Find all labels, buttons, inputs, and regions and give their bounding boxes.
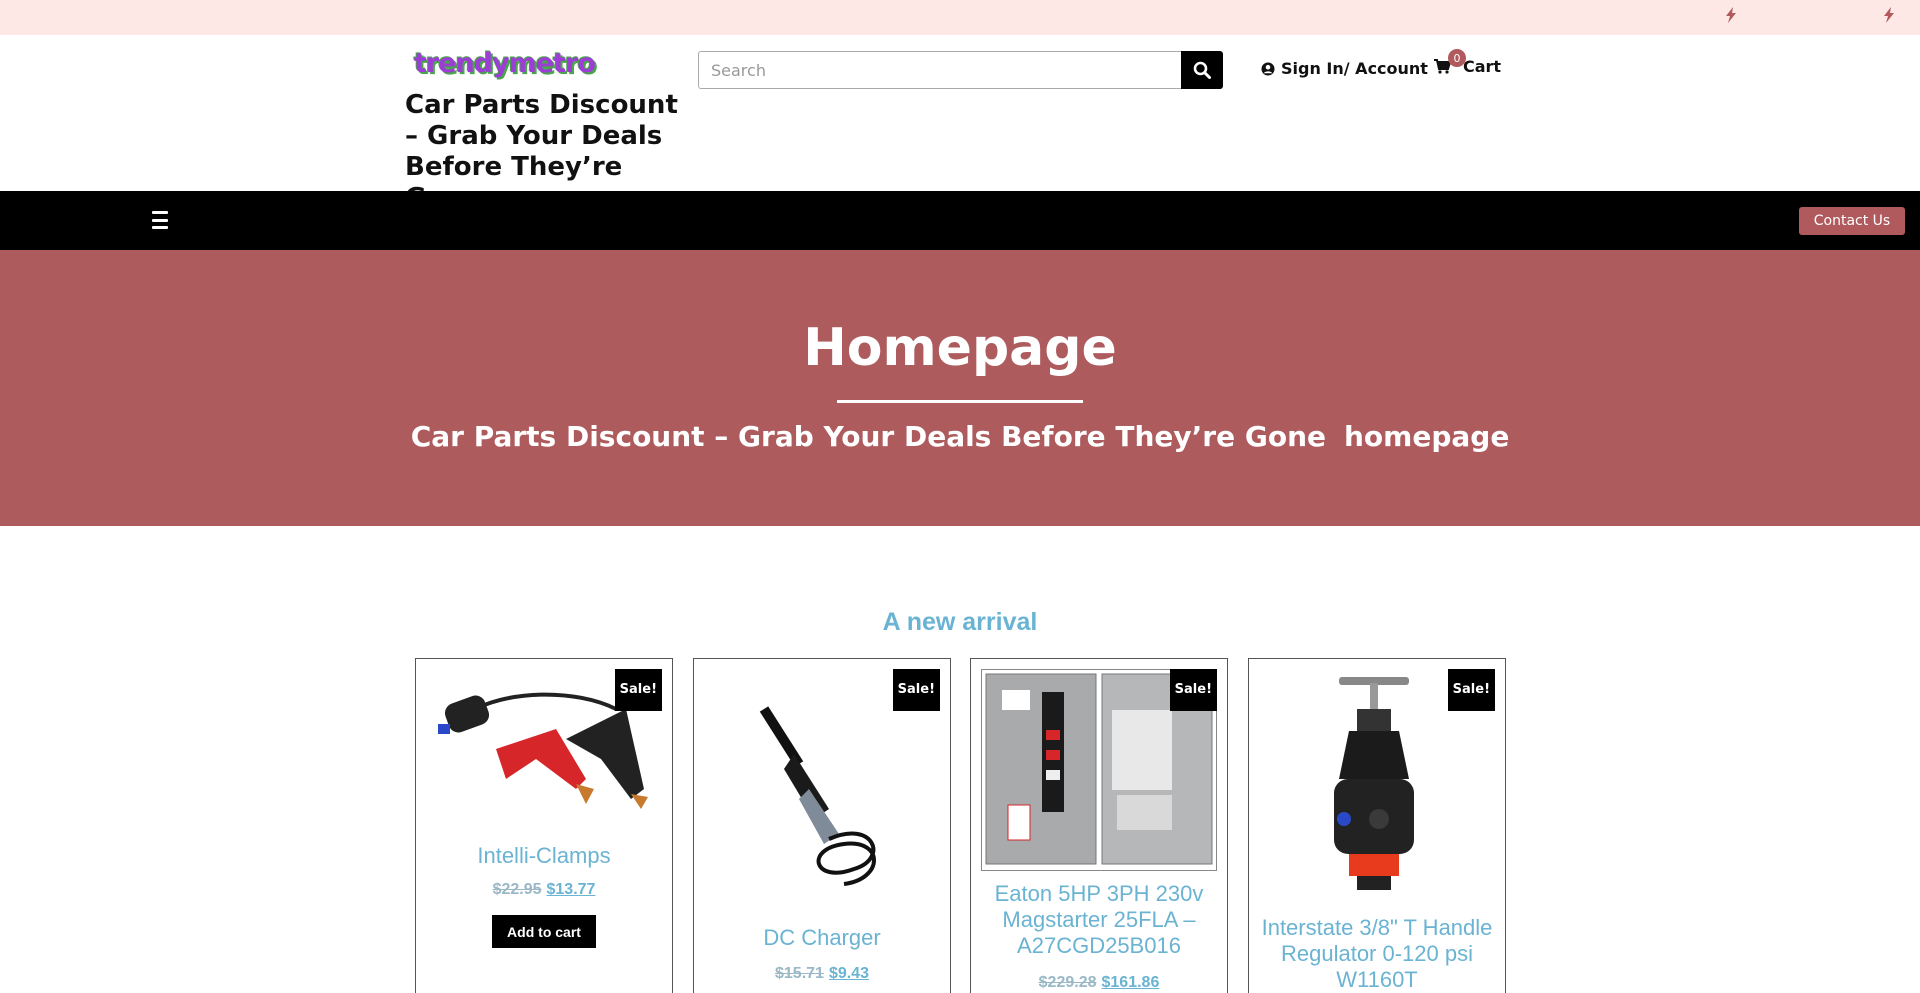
section-heading: A new arrival — [882, 608, 1038, 636]
product-name[interactable]: Interstate 3/8" T Handle Regulator 0-120… — [1257, 915, 1497, 993]
page-title: Homepage — [803, 318, 1117, 378]
product-price: $22.95 $13.77 — [416, 881, 672, 899]
account-label: Sign In/ Account — [1281, 59, 1428, 78]
user-circle-icon — [1261, 62, 1275, 75]
sale-price: $161.86 — [1101, 974, 1160, 991]
menu-icon[interactable] — [152, 211, 168, 229]
product-price: $229.28 $161.86 — [971, 974, 1227, 992]
product-name[interactable]: Eaton 5HP 3PH 230v Magstarter 25FLA – A2… — [979, 881, 1219, 959]
product-card: Sale! Interstate 3/8" T Handle Regulator… — [1248, 658, 1506, 993]
title-divider — [837, 400, 1083, 403]
breadcrumb-item: homepage — [1344, 420, 1510, 453]
page-hero: Homepage Car Parts Discount – Grab Your … — [0, 250, 1920, 526]
cart-label: Cart — [1463, 57, 1502, 76]
site-logo[interactable]: trendymetro — [414, 48, 596, 79]
product-name[interactable]: Intelli-Clamps — [424, 843, 664, 869]
sale-price: $13.77 — [546, 881, 596, 898]
product-price: $15.71 $9.43 — [694, 965, 950, 983]
bolt-icon[interactable] — [1724, 7, 1738, 27]
search-icon — [1193, 61, 1211, 79]
search-form — [698, 51, 1223, 89]
original-price: $15.71 — [775, 965, 824, 982]
original-price: $229.28 — [1038, 974, 1097, 991]
original-price: $22.95 — [492, 881, 542, 898]
contact-us-button[interactable]: Contact Us — [1799, 207, 1905, 235]
site-header: trendymetro Car Parts Discount – Grab Yo… — [0, 35, 1920, 213]
top-bar — [0, 0, 1920, 35]
product-card: Sale! Intelli-Clamps $22.95 $13.77 Add to… — [415, 658, 673, 993]
search-button[interactable] — [1181, 51, 1223, 89]
breadcrumb: Car Parts Discount – Grab Your Deals Bef… — [0, 420, 1920, 453]
sale-badge: Sale! — [892, 669, 940, 711]
sale-price: $9.43 — [828, 965, 869, 982]
sale-badge: Sale! — [1169, 669, 1217, 711]
breadcrumb-item[interactable]: Car Parts Discount – Grab Your Deals Bef… — [411, 420, 1326, 453]
account-link[interactable]: Sign In/ Account — [1261, 59, 1428, 78]
product-card: Sale! Eaton 5HP 3PH 230v Magstarter 25FL… — [970, 658, 1228, 993]
product-card: Sale! DC Charger $15.71 $9.43 — [693, 658, 951, 993]
main-navigation: Contact Us — [0, 191, 1920, 250]
cart-link[interactable]: 0 Cart — [1434, 49, 1502, 76]
add-to-cart-button[interactable]: Add to cart — [492, 915, 596, 948]
sale-badge: Sale! — [614, 669, 662, 711]
product-name[interactable]: DC Charger — [702, 925, 942, 951]
cart-count-badge: 0 — [1448, 49, 1466, 67]
bolt-icon[interactable] — [1882, 7, 1896, 27]
sale-badge: Sale! — [1447, 669, 1495, 711]
search-input[interactable] — [698, 51, 1181, 89]
